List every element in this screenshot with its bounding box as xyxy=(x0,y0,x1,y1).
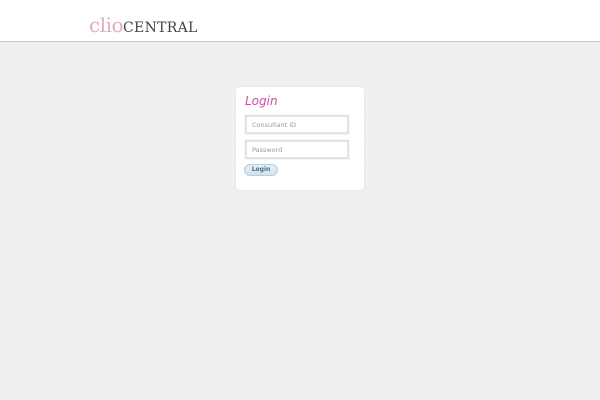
clio-central-logo[interactable]: clioCENTRAL xyxy=(89,14,198,36)
login-form: Login Login xyxy=(236,87,364,190)
top-header: clioCENTRAL xyxy=(0,0,600,42)
logo-clio-text: clio xyxy=(89,13,124,37)
logo-central-text: CENTRAL xyxy=(123,20,198,36)
login-button[interactable]: Login xyxy=(244,164,278,176)
consultant-id-input[interactable] xyxy=(244,114,350,135)
password-input[interactable] xyxy=(244,139,350,160)
login-title: Login xyxy=(245,94,278,108)
